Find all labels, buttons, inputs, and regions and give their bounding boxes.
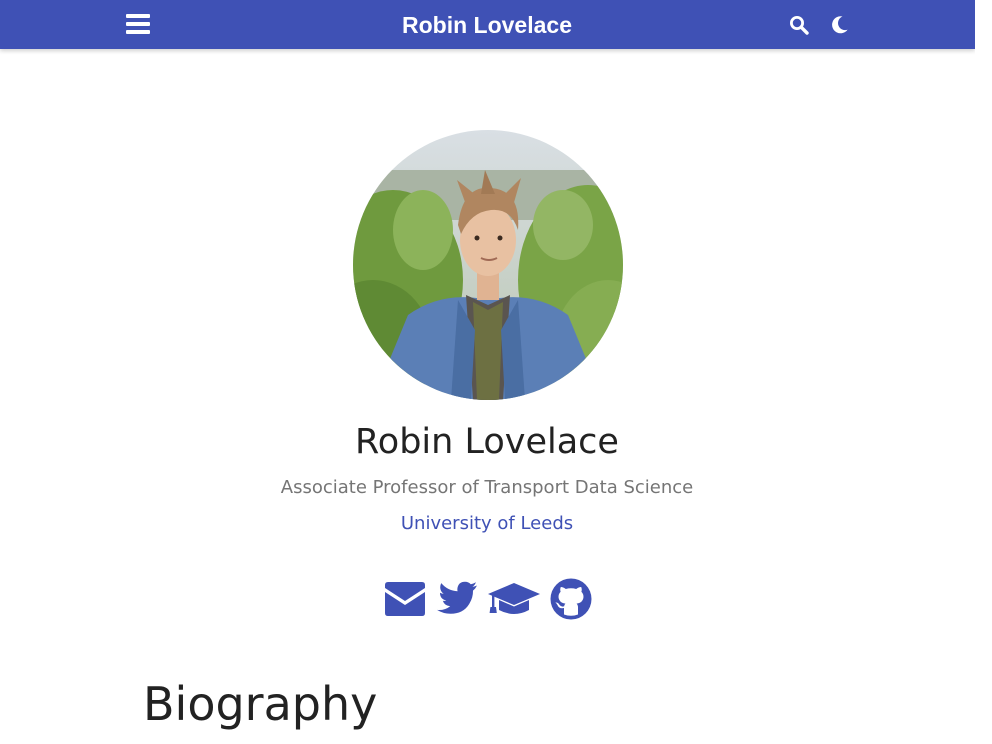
google-scholar-link[interactable]	[487, 576, 541, 622]
graduation-cap-icon	[488, 583, 540, 614]
avatar	[353, 130, 623, 400]
twitter-link[interactable]	[436, 576, 478, 622]
profile-organization-link[interactable]: University of Leeds	[246, 510, 728, 538]
search-icon	[790, 16, 809, 35]
navbar: Robin Lovelace	[0, 0, 975, 49]
page: Robin Lovelace Robin Lovelace Associate …	[0, 0, 992, 744]
scrollbar-gutter	[975, 0, 992, 744]
email-link[interactable]	[383, 576, 427, 622]
moon-icon	[832, 16, 848, 34]
site-brand-link[interactable]: Robin Lovelace	[340, 10, 634, 40]
envelope-icon	[385, 582, 425, 616]
twitter-icon	[437, 581, 477, 614]
profile-role: Associate Professor of Transport Data Sc…	[280, 477, 694, 498]
github-link[interactable]	[549, 576, 593, 622]
menu-button[interactable]	[124, 10, 152, 38]
biography-heading: Biography	[143, 677, 378, 731]
avatar-photo	[353, 130, 623, 400]
github-icon	[550, 578, 592, 620]
bars-icon	[126, 14, 150, 34]
profile-name: Robin Lovelace	[355, 422, 619, 462]
search-button[interactable]	[786, 12, 812, 38]
dark-mode-toggle[interactable]	[826, 12, 852, 38]
